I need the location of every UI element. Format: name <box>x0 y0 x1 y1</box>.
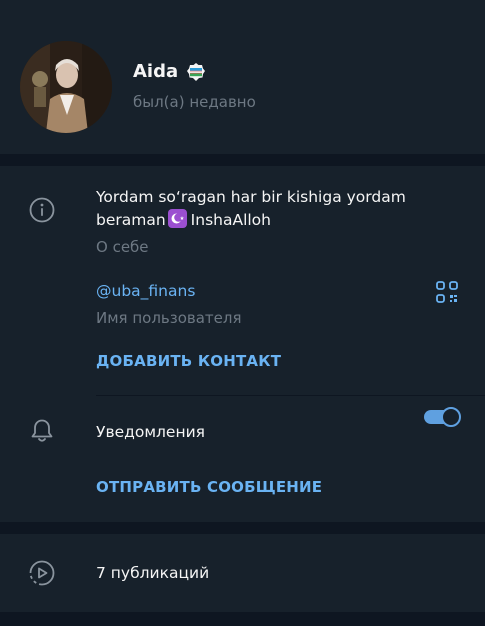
bell-icon <box>31 419 53 442</box>
info-icon <box>29 197 55 223</box>
info-section: Yordam so‘ragan har bir kishiga yordam b… <box>0 166 485 522</box>
profile-header: Aida был(а) недавно <box>0 0 485 154</box>
add-contact-button[interactable]: ДОБАВИТЬ КОНТАКТ <box>96 352 281 370</box>
avatar[interactable] <box>20 41 112 133</box>
username-link[interactable]: @uba_finans <box>96 282 195 300</box>
qr-code-icon[interactable] <box>436 281 458 303</box>
notifications-label: Уведомления <box>96 423 205 441</box>
notifications-toggle[interactable] <box>424 406 461 428</box>
bio-text: Yordam so‘ragan har bir kishiga yordam b… <box>96 188 406 229</box>
profile-name: Aida <box>133 61 179 82</box>
section-separator <box>0 522 485 534</box>
send-message-button[interactable]: ОТПРАВИТЬ СООБЩЕНИЕ <box>96 478 322 496</box>
toggle-knob <box>441 407 461 427</box>
bio-caption: О себе <box>96 238 149 256</box>
posts-row[interactable]: 7 публикаций <box>0 534 485 612</box>
profile-status: был(а) недавно <box>133 93 256 111</box>
section-separator <box>0 612 485 626</box>
crescent-star-icon <box>167 209 187 228</box>
username-caption: Имя пользователя <box>96 309 242 327</box>
flag-badge-icon <box>186 62 206 82</box>
avatar-photo <box>20 41 112 133</box>
section-separator <box>0 154 485 166</box>
posts-count: 7 публикаций <box>96 564 210 582</box>
stories-play-icon <box>29 560 55 586</box>
divider <box>96 395 485 396</box>
